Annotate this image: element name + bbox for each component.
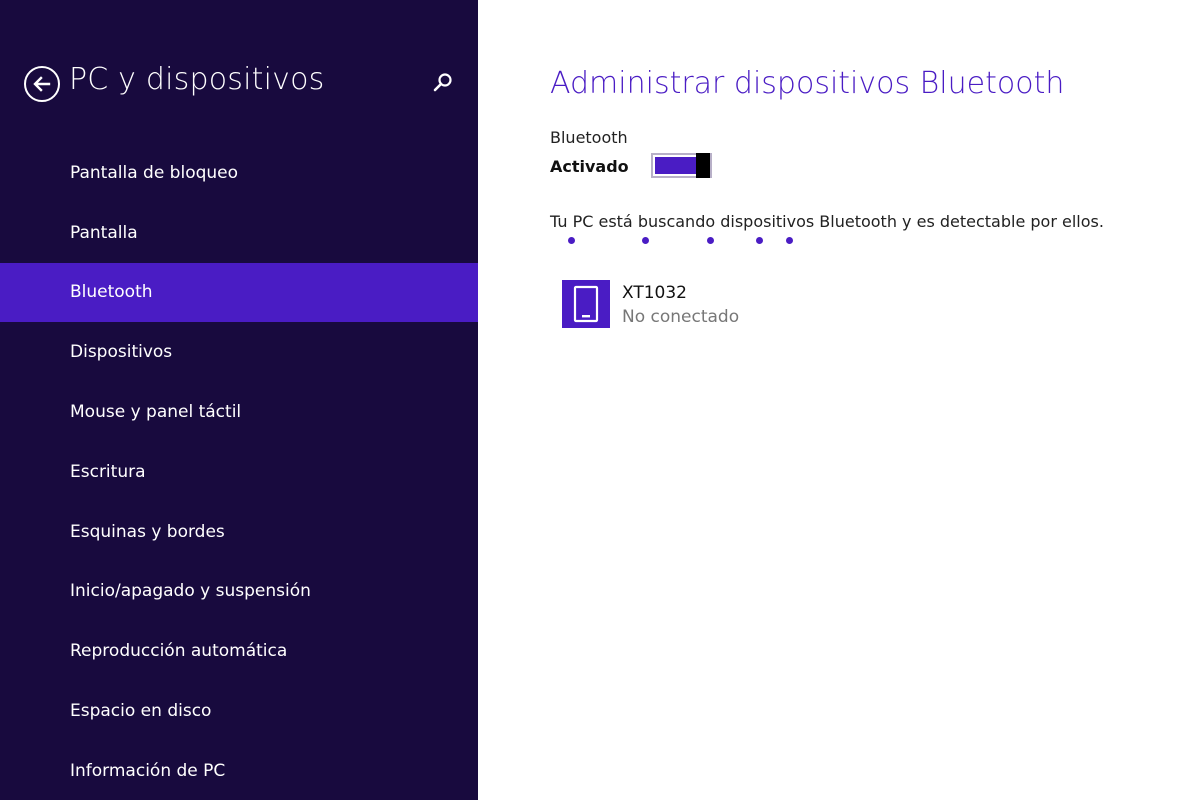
sidebar-item-label: Bluetooth [70, 282, 153, 303]
progress-dot [642, 237, 649, 244]
back-arrow-icon [33, 76, 51, 92]
sidebar-item-label: Inicio/apagado y suspensión [70, 581, 311, 602]
bluetooth-label: Bluetooth [550, 128, 628, 147]
sidebar-item-label: Pantalla de bloqueo [70, 162, 239, 183]
sidebar-item-dispositivos[interactable]: Dispositivos [0, 322, 478, 382]
progress-dot [568, 237, 575, 244]
search-icon [433, 73, 452, 92]
bluetooth-state: Activado [550, 157, 629, 176]
bluetooth-toggle[interactable] [651, 153, 712, 178]
sidebar-title: PC y dispositivos [69, 62, 325, 97]
phone-icon [573, 285, 599, 323]
bluetooth-status-text: Tu PC está buscando dispositivos Bluetoo… [550, 212, 1104, 231]
back-button[interactable] [24, 66, 60, 102]
sidebar-item-label: Espacio en disco [70, 701, 212, 722]
sidebar-item-pantalla-de-bloqueo[interactable]: Pantalla de bloqueo [0, 143, 478, 203]
sidebar-item-escritura[interactable]: Escritura [0, 442, 478, 502]
device-name: XT1032 [622, 283, 687, 303]
sidebar-item-reproduccion-automatica[interactable]: Reproducción automática [0, 621, 478, 681]
device-item-xt1032[interactable]: XT1032 No conectado [562, 280, 882, 330]
progress-dot [756, 237, 763, 244]
search-button[interactable] [432, 71, 458, 97]
toggle-fill [655, 157, 698, 174]
page-title: Administrar dispositivos Bluetooth [550, 66, 1065, 101]
progress-dot [707, 237, 714, 244]
toggle-thumb[interactable] [696, 153, 710, 178]
sidebar-item-label: Esquinas y bordes [70, 521, 225, 542]
sidebar-item-espacio-en-disco[interactable]: Espacio en disco [0, 681, 478, 741]
searching-progress-dots [550, 237, 810, 247]
sidebar-item-label: Dispositivos [70, 342, 173, 363]
progress-dot [786, 237, 793, 244]
sidebar-item-label: Mouse y panel táctil [70, 402, 242, 423]
sidebar: PC y dispositivos Pantalla de bloqueo Pa… [0, 0, 478, 800]
sidebar-item-inicio-apagado[interactable]: Inicio/apagado y suspensión [0, 562, 478, 622]
sidebar-item-label: Información de PC [70, 760, 226, 781]
sidebar-header: PC y dispositivos [0, 0, 478, 140]
sidebar-item-informacion-de-pc[interactable]: Información de PC [0, 741, 478, 800]
device-tile [562, 280, 610, 328]
sidebar-item-label: Reproducción automática [70, 641, 288, 662]
main-content: Administrar dispositivos Bluetooth Bluet… [478, 0, 1200, 800]
device-status: No conectado [622, 307, 740, 327]
sidebar-item-bluetooth[interactable]: Bluetooth [0, 262, 478, 323]
sidebar-item-mouse-panel-tactil[interactable]: Mouse y panel táctil [0, 382, 478, 442]
sidebar-nav: Pantalla de bloqueo Pantalla Bluetooth D… [0, 143, 478, 800]
sidebar-item-esquinas-bordes[interactable]: Esquinas y bordes [0, 502, 478, 562]
sidebar-item-label: Escritura [70, 461, 146, 482]
sidebar-item-pantalla[interactable]: Pantalla [0, 203, 478, 263]
sidebar-item-label: Pantalla [70, 222, 138, 243]
